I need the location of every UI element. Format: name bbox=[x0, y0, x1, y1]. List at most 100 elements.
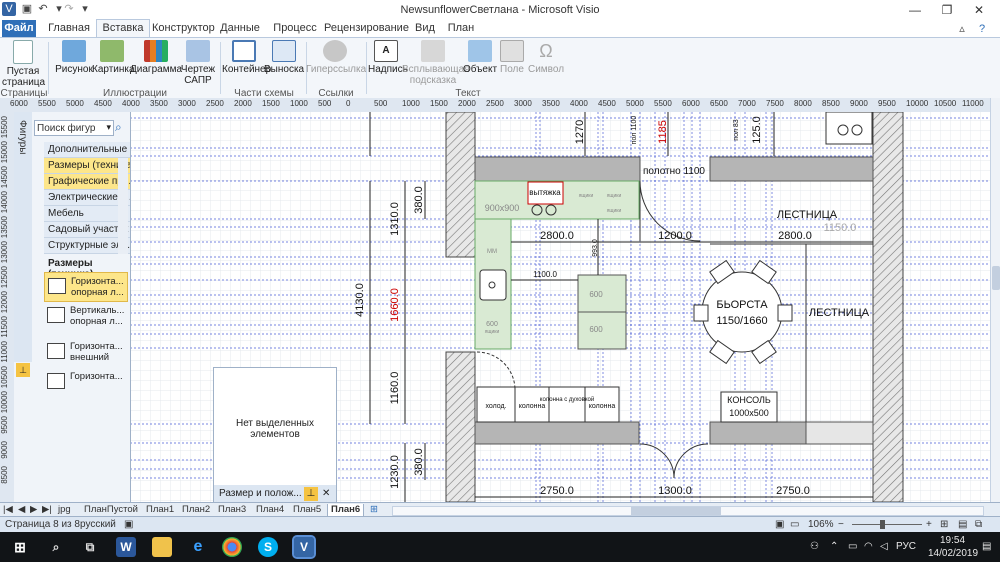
horizontal-ruler[interactable]: 6000 5500 5000 4500 4000 3500 3000 2500 2000 1500… bbox=[0, 98, 990, 113]
cad-drawing-button[interactable]: Чертеж САПР bbox=[180, 40, 216, 86]
tab-view[interactable]: Вид bbox=[410, 20, 440, 37]
shape-horizontal-outside[interactable]: Горизонта... внешний bbox=[44, 338, 128, 368]
edge-browser-icon[interactable]: e bbox=[188, 537, 208, 557]
skype-icon[interactable]: S bbox=[258, 537, 278, 557]
fit-page-icon[interactable]: ▣ bbox=[775, 519, 784, 530]
tray-chevron-icon[interactable]: ⌃ bbox=[830, 541, 838, 552]
hyperlink-button[interactable]: Гиперссылка bbox=[306, 40, 366, 75]
clock-date[interactable]: 14/02/2019 bbox=[928, 548, 978, 559]
tab-review[interactable]: Рецензирование bbox=[324, 20, 409, 37]
people-icon[interactable]: ⚇ bbox=[810, 541, 819, 552]
wall-top-left[interactable] bbox=[474, 156, 641, 182]
close-panel-icon[interactable]: ✕ bbox=[322, 485, 330, 503]
shape-vertical-baseline[interactable]: Вертикаль... опорная л... bbox=[44, 302, 128, 332]
zoom-slider[interactable] bbox=[852, 524, 922, 525]
file-explorer-icon[interactable] bbox=[152, 537, 172, 557]
clock-time[interactable]: 19:54 bbox=[940, 535, 965, 546]
zoom-level[interactable]: 106% bbox=[808, 519, 834, 530]
insert-page-icon[interactable]: ⊞ bbox=[370, 504, 378, 516]
network-icon[interactable]: ◠ bbox=[864, 541, 873, 552]
page-tab[interactable]: План1 bbox=[146, 504, 174, 516]
zoom-out-icon[interactable]: − bbox=[838, 519, 844, 530]
picture-button[interactable]: Рисунок bbox=[54, 40, 94, 75]
switch-windows-icon[interactable]: ⧉ bbox=[975, 519, 982, 530]
language-indicator[interactable]: русский bbox=[80, 519, 116, 530]
page-tab[interactable]: План5 bbox=[293, 504, 321, 516]
pan-zoom-icon[interactable]: ▤ bbox=[958, 519, 967, 530]
keyboard-language[interactable]: РУС bbox=[896, 541, 916, 552]
macro-icon[interactable]: ▣ bbox=[124, 519, 133, 530]
scroll-thumb[interactable] bbox=[631, 507, 721, 515]
restore-icon[interactable]: ❐ bbox=[932, 0, 962, 20]
pin-panel-icon[interactable]: ⊥ bbox=[16, 363, 30, 377]
page-tab[interactable]: ПланПустой bbox=[84, 504, 138, 516]
callout-button[interactable]: Выноска bbox=[264, 40, 304, 75]
page-tab[interactable]: План2 bbox=[182, 504, 210, 516]
page-indicator[interactable]: Страница 8 из 8 bbox=[5, 519, 80, 530]
minimize-icon[interactable]: — bbox=[900, 0, 930, 20]
vertical-ruler[interactable]: 15500 15000 14500 14000 13500 13000 12500 12000… bbox=[0, 112, 15, 502]
textbox-button[interactable]: A Надпись bbox=[368, 40, 408, 75]
vertical-scrollbar[interactable] bbox=[990, 98, 1000, 502]
collapse-ribbon-icon[interactable]: ▵ bbox=[955, 22, 969, 36]
close-icon[interactable]: ✕ bbox=[964, 0, 994, 20]
help-icon[interactable]: ? bbox=[975, 22, 989, 36]
horizontal-scrollbar[interactable] bbox=[392, 506, 984, 516]
page-tab[interactable]: jpg bbox=[58, 504, 71, 516]
wall-bottom-right[interactable] bbox=[709, 421, 807, 445]
tab-design[interactable]: Конструктор bbox=[152, 20, 215, 37]
pin-icon[interactable]: ⊥ bbox=[304, 487, 318, 501]
tab-home[interactable]: Главная bbox=[46, 20, 92, 37]
zoom-slider-thumb[interactable] bbox=[880, 520, 885, 529]
container-button[interactable]: Контейнер bbox=[222, 40, 271, 75]
wall-left-lower[interactable] bbox=[445, 351, 476, 502]
shape-horizontal-baseline[interactable]: Горизонта... опорная л... bbox=[44, 272, 128, 302]
dining-table[interactable] bbox=[701, 271, 783, 353]
scroll-thumb[interactable] bbox=[992, 266, 1000, 290]
wall-bottom-left[interactable] bbox=[474, 421, 640, 445]
object-button[interactable]: Объект bbox=[462, 40, 498, 75]
field-button[interactable]: Поле bbox=[496, 40, 528, 75]
page-tab[interactable]: План3 bbox=[218, 504, 246, 516]
visio-taskbar-icon[interactable]: V bbox=[292, 535, 316, 559]
chrome-browser-icon[interactable] bbox=[222, 537, 242, 557]
zoom-in-icon[interactable]: + bbox=[926, 519, 932, 530]
size-panel-title-bar[interactable]: Размер и полож... ⊥ ✕ bbox=[214, 485, 336, 503]
prev-page-icon[interactable]: ◀ bbox=[18, 504, 25, 516]
word-app-icon[interactable]: W bbox=[116, 537, 136, 557]
first-page-icon[interactable]: |◀ bbox=[3, 504, 13, 516]
shape-horizontal[interactable]: Горизонта... bbox=[44, 368, 128, 398]
symbol-button[interactable]: Ω Символ bbox=[526, 40, 566, 75]
search-taskbar-icon[interactable]: ⌕ bbox=[46, 537, 66, 557]
next-page-icon[interactable]: ▶ bbox=[30, 504, 37, 516]
windows-start-icon[interactable]: ⊞ bbox=[10, 537, 30, 557]
tab-plan[interactable]: План bbox=[446, 20, 476, 37]
task-view-icon[interactable]: ⧉ bbox=[80, 537, 100, 557]
tab-file[interactable]: Файл bbox=[2, 20, 36, 37]
last-page-icon[interactable]: ▶| bbox=[42, 504, 52, 516]
tab-insert[interactable]: Вставка bbox=[96, 19, 150, 38]
wall-top-right[interactable] bbox=[709, 156, 874, 182]
search-icon[interactable]: ⌕ bbox=[115, 120, 122, 135]
search-shapes-box[interactable]: Поиск фигур ▾ bbox=[34, 120, 114, 136]
stencil-item[interactable]: Дополнительные фи... bbox=[44, 142, 130, 158]
sink[interactable] bbox=[479, 269, 507, 301]
tab-data[interactable]: Данные bbox=[218, 20, 262, 37]
stencil-scrollbar[interactable] bbox=[118, 158, 128, 254]
clipart-button[interactable]: Картинка bbox=[92, 40, 135, 75]
blank-page-button[interactable]: Пустая страница bbox=[2, 40, 45, 88]
chart-button[interactable]: Диаграмма bbox=[130, 40, 182, 75]
fit-window-icon[interactable]: ⊞ bbox=[940, 519, 948, 530]
wall-right[interactable] bbox=[872, 112, 904, 502]
wall-left-upper[interactable] bbox=[445, 112, 476, 258]
tab-process[interactable]: Процесс bbox=[270, 20, 320, 37]
fullscreen-icon[interactable]: ▭ bbox=[790, 519, 799, 530]
page-tab[interactable]: План4 bbox=[256, 504, 284, 516]
notifications-icon[interactable]: ▤ bbox=[982, 541, 991, 552]
search-dropdown-icon[interactable]: ▾ bbox=[106, 122, 111, 133]
volume-icon[interactable]: ◁ bbox=[880, 541, 888, 552]
shapes-panel-title-bar[interactable]: Фигуры bbox=[14, 112, 32, 362]
battery-icon[interactable]: ▭ bbox=[848, 541, 857, 552]
top-right-appliance[interactable] bbox=[825, 112, 873, 145]
screentip-button[interactable]: Всплывающая подсказка bbox=[402, 40, 470, 86]
